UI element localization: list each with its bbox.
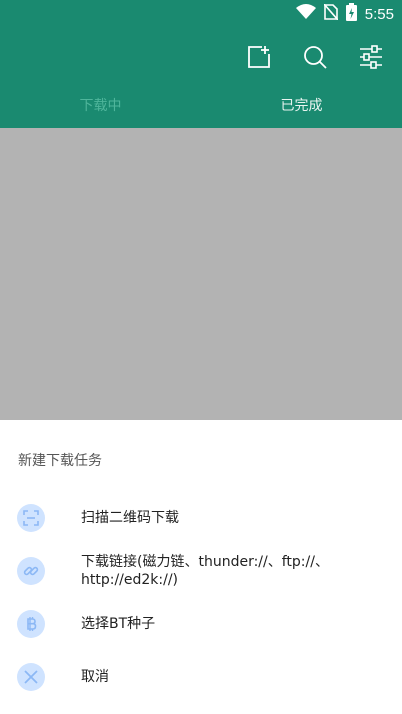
status-icons: 5:55 <box>295 3 394 25</box>
search-button[interactable] <box>300 42 330 72</box>
add-box-icon <box>248 46 270 68</box>
status-bar: 5:55 <box>0 0 402 28</box>
scan-qr-download-label: 扫描二维码下载 <box>81 510 179 526</box>
download-link-item[interactable]: 下载链接(磁力链、thunder://、ftp://、http://ed2k:/… <box>0 546 402 596</box>
filter-button[interactable] <box>356 42 386 72</box>
dim-overlay[interactable] <box>0 128 402 420</box>
link-icon <box>17 557 45 585</box>
select-bt-torrent-label: 选择BT种子 <box>81 616 156 632</box>
tab-completed[interactable]: 已完成 <box>201 92 402 126</box>
search-icon <box>304 46 327 69</box>
toolbar-actions <box>244 42 386 72</box>
tab-bar: 下载中 已完成 <box>0 92 402 126</box>
no-sim-icon <box>323 3 339 24</box>
bottom-sheet: 新建下载任务 扫描二维码下载 下载链接(磁力链、thunder://、ftp:/… <box>0 420 402 714</box>
app-bar: 下载中 已完成 <box>0 28 402 128</box>
cancel-label: 取消 <box>81 669 109 685</box>
scan-icon <box>17 504 45 532</box>
bitcoin-icon <box>17 610 45 638</box>
download-link-label: 下载链接(磁力链、thunder://、ftp://、http://ed2k:/… <box>81 554 329 588</box>
tab-downloading[interactable]: 下载中 <box>0 92 201 126</box>
scan-qr-download-item[interactable]: 扫描二维码下载 <box>0 493 402 543</box>
close-icon <box>17 663 45 691</box>
sliders-icon <box>360 45 382 69</box>
wifi-icon <box>295 4 316 24</box>
status-time: 5:55 <box>364 5 394 23</box>
battery-charging-icon <box>345 3 357 25</box>
add-task-button[interactable] <box>244 42 274 72</box>
sheet-title: 新建下载任务 <box>18 453 102 469</box>
select-bt-torrent-item[interactable]: 选择BT种子 <box>0 599 402 649</box>
cancel-item[interactable]: 取消 <box>0 652 402 702</box>
